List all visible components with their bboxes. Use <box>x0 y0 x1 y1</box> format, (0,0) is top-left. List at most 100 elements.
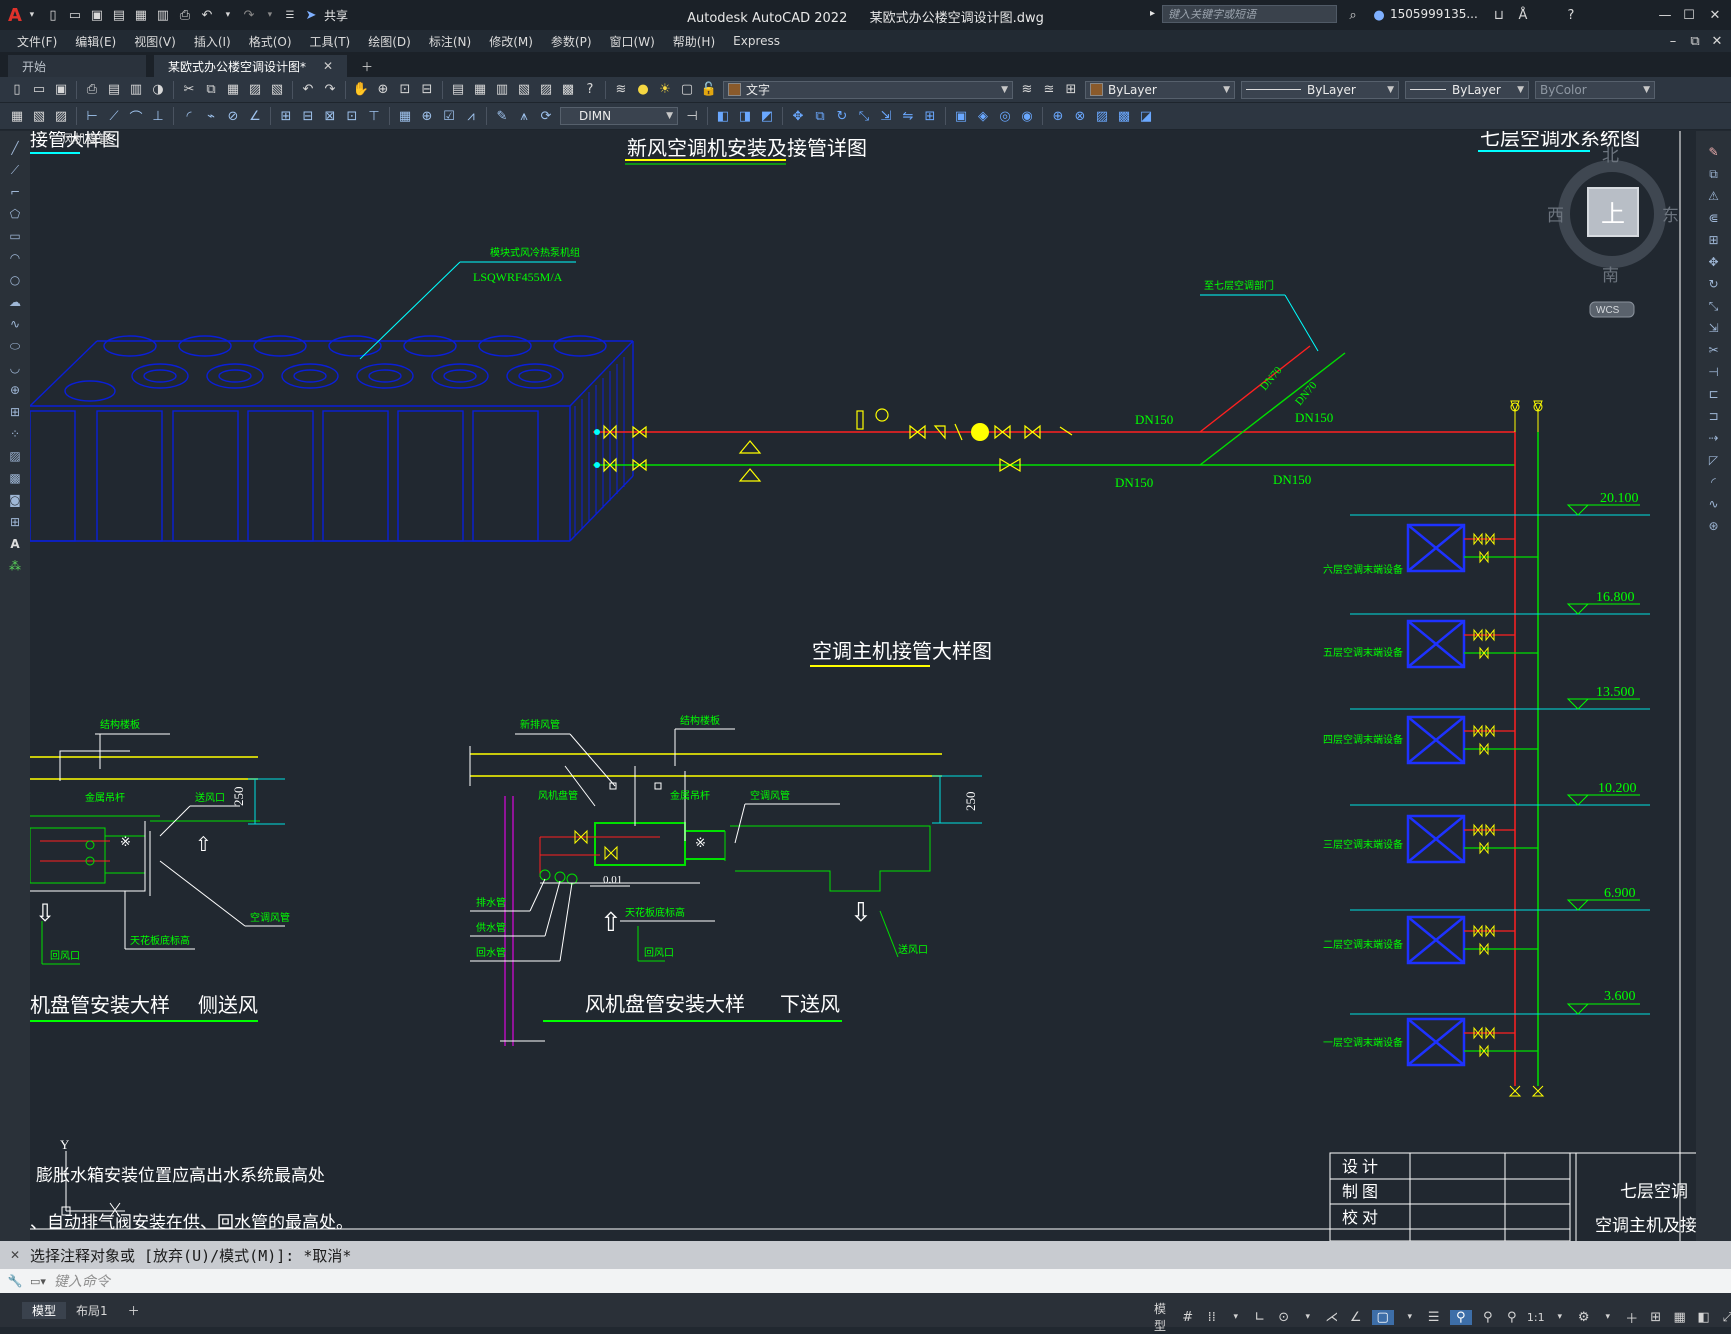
tab-start[interactable]: 开始 <box>8 55 146 77</box>
construction-line-icon[interactable]: ⟋ <box>5 160 25 180</box>
menu-view[interactable]: 视图(V) <box>125 33 185 50</box>
publish-icon[interactable]: ▥ <box>126 80 146 100</box>
break-icon[interactable]: ⊐ <box>1704 406 1724 426</box>
dim-style-icon[interactable]: ▧ <box>29 106 49 126</box>
plotstyle-combo[interactable]: ByColor ▼ <box>1535 80 1655 99</box>
quick-properties-icon[interactable]: ▦ <box>1672 1310 1688 1325</box>
break-point-icon[interactable]: ⊏ <box>1704 384 1724 404</box>
add-selected-icon[interactable]: ⁂ <box>5 556 25 576</box>
layer-lock-icon[interactable]: 🔓 <box>699 80 719 100</box>
menu-draw[interactable]: 绘图(D) <box>359 33 420 50</box>
undo-tb-icon[interactable]: ↶ <box>298 80 318 100</box>
gradient-left-icon[interactable]: ▩ <box>5 468 25 488</box>
search-expand-icon[interactable]: ▸ <box>1150 8 1155 19</box>
tab-layout1[interactable]: 布局1 <box>66 1302 118 1319</box>
share-icon[interactable]: ➤ <box>301 5 321 25</box>
block-icon[interactable]: ⊞ <box>5 402 25 422</box>
dim-edit-icon[interactable]: ✎ <box>492 106 512 126</box>
ortho-icon[interactable]: ∟ <box>1252 1310 1268 1325</box>
copy-right-icon[interactable]: ⧉ <box>1704 164 1724 184</box>
app-menu-chevron-icon[interactable]: ▾ <box>23 5 41 25</box>
ucs-world-icon[interactable]: ◨ <box>735 106 755 126</box>
array-icon[interactable]: ⊞ <box>920 106 940 126</box>
text-style-icon[interactable]: ▦ <box>7 106 27 126</box>
save-web-icon[interactable]: ▥ <box>153 5 173 25</box>
command-prompt-icon[interactable]: ▭▾ <box>30 1275 46 1288</box>
spline-icon[interactable]: ∿ <box>5 314 25 334</box>
erase-icon[interactable]: ✎ <box>1704 142 1724 162</box>
zoom-window-icon[interactable]: ⊡ <box>395 80 415 100</box>
polyline-icon[interactable]: ⌐ <box>5 182 25 202</box>
make-current-layer-icon[interactable]: ≋ <box>1017 80 1037 100</box>
share-label[interactable]: 共享 <box>324 7 348 24</box>
close-window-icon[interactable]: ✕ <box>1705 5 1725 25</box>
move-icon[interactable]: ✥ <box>788 106 808 126</box>
menu-help[interactable]: 帮助(H) <box>664 33 724 50</box>
chamfer-icon[interactable]: ◸ <box>1704 450 1724 470</box>
command-input-bar[interactable]: 🔧 ▭▾ 键入命令 <box>0 1269 1731 1293</box>
render-icon[interactable]: ◈ <box>973 106 993 126</box>
tab-close-icon[interactable]: ✕ <box>323 59 333 73</box>
stretch-right-icon[interactable]: ⇲ <box>1704 318 1724 338</box>
arc-icon[interactable]: ◠ <box>5 248 25 268</box>
hatch-left-icon[interactable]: ▨ <box>5 446 25 466</box>
osnap-dropdown-icon[interactable]: ▾ <box>1402 1312 1418 1322</box>
dim-aligned-icon[interactable]: ⟋ <box>104 106 124 126</box>
maximize-icon[interactable]: ☐ <box>1679 5 1699 25</box>
polar-dropdown-icon[interactable]: ▾ <box>1300 1312 1316 1322</box>
redo-dropdown-icon[interactable]: ▾ <box>261 5 279 25</box>
user-name[interactable]: 1505999135... <box>1390 7 1478 21</box>
grid-icon[interactable]: # <box>1180 1310 1196 1325</box>
layer-properties-icon[interactable]: ≋ <box>611 80 631 100</box>
cmd-close-icon[interactable]: ✕ <box>0 1248 30 1262</box>
menu-modify[interactable]: 修改(M) <box>480 33 542 50</box>
layer-previous-icon[interactable]: ≊ <box>1039 80 1059 100</box>
help-icon[interactable]: ? <box>1561 5 1581 25</box>
autodesk-app-icon[interactable]: Å <box>1513 5 1533 25</box>
workspace-icon[interactable]: ⚙ <box>1576 1310 1592 1325</box>
stretch-icon[interactable]: ⇲ <box>876 106 896 126</box>
viewcube-top[interactable]: 上 <box>1601 201 1625 228</box>
snap-dropdown-icon[interactable]: ▾ <box>1228 1312 1244 1322</box>
osnap-icon[interactable]: ▢ <box>1371 1309 1394 1325</box>
new-tab-button[interactable]: ＋ <box>355 55 387 77</box>
layer-on-icon[interactable]: ● <box>633 80 653 100</box>
help-tb-icon[interactable]: ? <box>580 80 600 100</box>
plot-icon[interactable]: ⎙ <box>175 5 195 25</box>
line-icon[interactable]: ╱ <box>5 138 25 158</box>
print-preview-icon[interactable]: ▤ <box>104 80 124 100</box>
doc-minimize-icon[interactable]: – <box>1663 31 1683 51</box>
3d-print-icon[interactable]: ◑ <box>148 80 168 100</box>
dim-diameter-icon[interactable]: ⊘ <box>223 106 243 126</box>
layer-match-icon[interactable]: ⊞ <box>1061 80 1081 100</box>
add-scale-icon[interactable]: ＋ <box>1624 1308 1640 1327</box>
mirror-icon[interactable]: ⇋ <box>898 106 918 126</box>
layer-combo[interactable]: 文字 ▼ <box>723 80 1013 99</box>
match-properties-icon[interactable]: ▨ <box>245 80 265 100</box>
viewcube-east[interactable]: 东 <box>1662 206 1679 225</box>
layer-vp-icon[interactable]: ▢ <box>677 80 697 100</box>
zoom-realtime-icon[interactable]: ⊕ <box>373 80 393 100</box>
insert-icon[interactable]: ⊕ <box>5 380 25 400</box>
user-icon[interactable]: ● <box>1369 5 1389 25</box>
menu-dimension[interactable]: 标注(N) <box>420 33 480 50</box>
dim-angular-icon[interactable]: ∠ <box>245 106 265 126</box>
search-icon[interactable]: ⌕ <box>1343 5 1363 25</box>
isodraft-icon[interactable]: ⋌ <box>1324 1310 1340 1325</box>
redo-tb-icon[interactable]: ↷ <box>320 80 340 100</box>
offset-icon[interactable]: ⋐ <box>1704 208 1724 228</box>
dim-ordinate-icon[interactable]: ⊥ <box>148 106 168 126</box>
calculator-icon[interactable]: ▩ <box>558 80 578 100</box>
menu-tools[interactable]: 工具(T) <box>301 33 360 50</box>
open-file-icon[interactable]: ▭ <box>65 5 85 25</box>
drawing-canvas[interactable]: 接管大样图 风机盘管 新风空调机安装及接管详图 七层空调水系统图 模块式风冷热泵… <box>29 127 1697 1242</box>
hatch-icon[interactable]: ▨ <box>1092 106 1112 126</box>
wrench-icon[interactable]: 🔧 <box>0 1274 30 1288</box>
lineweight-icon[interactable]: ☰ <box>1426 1310 1442 1325</box>
cut-icon[interactable]: ✂ <box>179 80 199 100</box>
dim-radius-icon[interactable]: ◜ <box>179 106 199 126</box>
snap-icon[interactable]: ⁞⁞ <box>1204 1310 1220 1325</box>
auto-scale-icon[interactable]: ⚲ <box>1480 1310 1496 1325</box>
print-icon[interactable]: ⎙ <box>82 80 102 100</box>
dim-arc-icon[interactable]: ⌒ <box>126 106 146 126</box>
